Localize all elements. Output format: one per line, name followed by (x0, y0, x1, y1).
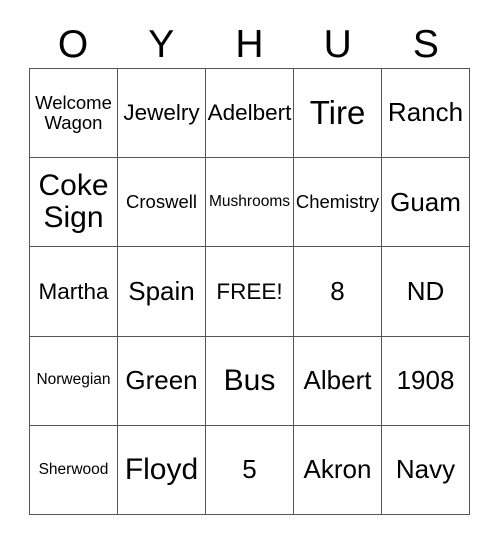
bingo-cell-label: Albert (303, 364, 372, 395)
bingo-cell-r3c0[interactable]: Norwegian (30, 336, 118, 426)
bingo-cell-label: Welcome Wagon (35, 92, 112, 134)
bingo-cell-label: Martha (38, 278, 109, 304)
bingo-cell-r4c0[interactable]: Sherwood (30, 425, 118, 515)
bingo-cell-r4c1[interactable]: Floyd (118, 425, 206, 515)
header-letter-0: O (57, 23, 89, 66)
bingo-cell-label: Norwegian (36, 371, 111, 389)
bingo-cell-label: Ranch (387, 97, 464, 128)
bingo-cell-label: Jewelry (123, 100, 200, 126)
bingo-cell-r1c2[interactable]: Mushrooms (206, 158, 294, 248)
bingo-grid: Welcome Wagon Jewelry Adelbert Tire Ranc… (29, 68, 470, 515)
bingo-cell-r1c4[interactable]: Guam (382, 158, 470, 248)
bingo-cell-r0c2[interactable]: Adelbert (206, 69, 294, 159)
bingo-cell-label: Coke Sign (38, 169, 109, 235)
bingo-cell-r3c1[interactable]: Green (118, 336, 206, 426)
bingo-cell-r1c0[interactable]: Coke Sign (30, 158, 118, 248)
bingo-cell-r1c1[interactable]: Croswell (118, 158, 206, 248)
bingo-cell-r0c3[interactable]: Tire (294, 69, 382, 159)
bingo-cell-label: Green (125, 364, 198, 395)
bingo-cell-label: Bus (223, 363, 276, 397)
header-letter-4: S (412, 23, 439, 66)
bingo-cell-label: 5 (242, 454, 257, 485)
bingo-cell-r1c3[interactable]: Chemistry (294, 158, 382, 248)
bingo-cell-r3c2[interactable]: Bus (206, 336, 294, 426)
bingo-cell-label: FREE! (216, 278, 283, 304)
bingo-cell-r4c3[interactable]: Akron (294, 425, 382, 515)
bingo-cell-label: Chemistry (295, 191, 380, 213)
bingo-cell-label: Floyd (124, 452, 199, 486)
bingo-cell-label: Navy (395, 454, 456, 485)
bingo-cell-label: Mushrooms (209, 193, 290, 211)
bingo-cell-r2c0[interactable]: Martha (30, 247, 118, 337)
bingo-cell-r3c4[interactable]: 1908 (382, 336, 470, 426)
bingo-cell-label: Croswell (126, 191, 197, 213)
bingo-cell-label: 1908 (396, 364, 455, 395)
bingo-cell-r3c3[interactable]: Albert (294, 336, 382, 426)
bingo-cell-label: Sherwood (38, 460, 109, 478)
bingo-cell-r2c3[interactable]: 8 (294, 247, 382, 337)
bingo-cell-r4c4[interactable]: Navy (382, 425, 470, 515)
bingo-cell-label: Akron (303, 454, 372, 485)
bingo-cell-r2c1[interactable]: Spain (118, 247, 206, 337)
bingo-cell-label: ND (406, 275, 445, 306)
bingo-cell-label: Spain (128, 275, 195, 306)
bingo-cell-r2c4[interactable]: ND (382, 247, 470, 337)
bingo-cell-r0c4[interactable]: Ranch (382, 69, 470, 159)
bingo-card: O Y H U S Welcome Wagon Jewelry Adelbert… (0, 0, 500, 544)
header-letter-3: U (323, 23, 352, 66)
header-letter-1: Y (148, 23, 175, 66)
bingo-cell-r0c1[interactable]: Jewelry (118, 69, 206, 159)
bingo-cell-label: Adelbert (207, 100, 292, 126)
bingo-cell-free-space[interactable]: FREE! (206, 247, 294, 337)
bingo-cell-label: Guam (390, 186, 461, 217)
bingo-cell-r0c0[interactable]: Welcome Wagon (30, 69, 118, 159)
bingo-header-row: O Y H U S (29, 21, 470, 68)
bingo-cell-label: Tire (309, 93, 366, 131)
bingo-cell-r4c2[interactable]: 5 (206, 425, 294, 515)
bingo-cell-label: 8 (330, 275, 345, 306)
header-letter-2: H (235, 23, 264, 66)
